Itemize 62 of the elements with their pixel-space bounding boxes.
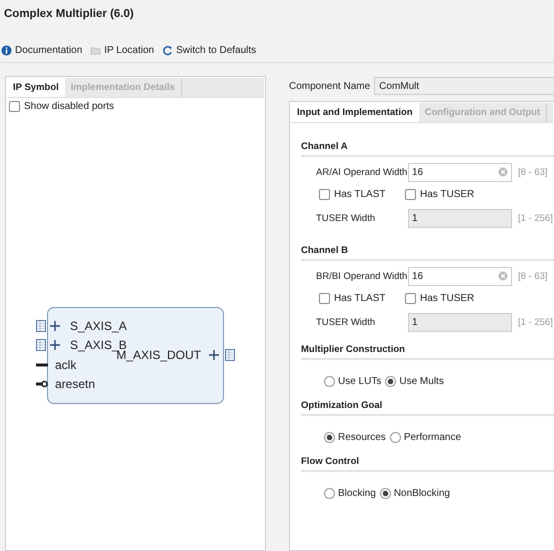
inverted-pin-icon [36,380,48,388]
port-label: aclk [55,358,76,372]
tab[interactable]: Input and Implementation [291,103,419,122]
pin-icon [36,360,48,369]
field-value: 1 [412,316,418,328]
radio-label: NonBlocking [394,488,450,499]
range-hint: [1 - 256] [518,212,553,224]
range-hint: [1 - 256] [518,316,553,328]
field-value: 16 [412,166,424,178]
folder-icon [90,44,102,56]
port-label: aresetn [55,377,96,392]
operand-width-field[interactable]: 16 [408,266,512,286]
field-label: TUSER Width [315,212,376,224]
checkbox[interactable] [9,101,20,112]
plus-icon[interactable] [50,320,60,331]
radio-label: Blocking [338,488,376,499]
field-label: AR/AI Operand Width [315,166,405,178]
clear-icon[interactable] [498,167,508,177]
checkbox-label: Has TLAST [334,293,386,304]
range-hint: [8 - 63] [518,166,548,178]
checkbox-label: Has TLAST [334,189,386,200]
checkbox-label: Has TUSER [420,189,474,200]
port-label: S_AXIS_A [70,318,127,333]
checkbox[interactable] [319,293,330,304]
window-title: Complex Multiplier (6.0) [3,7,135,22]
radio-label: Performance [404,432,462,443]
plus-icon[interactable] [50,340,60,350]
checkbox-label: Show disabled ports [24,101,114,112]
tab[interactable]: IP Symbol [7,78,65,97]
toolbar-link[interactable]: IP Location [90,44,154,56]
checkbox[interactable] [405,189,416,200]
radio-button[interactable] [324,432,335,443]
radio-label: Use LUTs [338,376,382,387]
radio-button[interactable] [324,376,335,387]
radio-button[interactable] [385,376,396,387]
radio-button[interactable] [324,488,335,499]
field-value: 1 [412,212,418,224]
checkbox[interactable] [405,293,416,304]
checkbox-label: Has TUSER [420,293,474,304]
component-name-field[interactable]: ComMult [374,77,554,95]
toolbar-link[interactable]: Switch to Defaults [162,44,256,56]
checkbox[interactable] [319,189,330,200]
radio-label: Use Mults [399,376,444,387]
refresh-icon [162,44,174,56]
range-hint: [8 - 63] [518,270,548,282]
section-header: Multiplier Construction [301,344,554,360]
operand-width-field[interactable]: 16 [408,162,512,182]
radio-button[interactable] [390,432,401,443]
field-label: TUSER Width [315,316,376,328]
section-header: Optimization Goal [301,400,554,416]
field-label: BR/BI Operand Width [315,270,405,282]
section-header: Flow Control [301,456,554,472]
field-label: Component Name [289,80,370,92]
section-header: Channel A [301,141,554,157]
info-icon [1,44,12,56]
field-value: 16 [412,270,424,282]
plus-icon[interactable] [209,350,219,360]
section-header: Channel B [301,245,554,261]
radio-button[interactable] [380,488,391,499]
radio-label: Resources [338,432,386,443]
toolbar-link[interactable]: Documentation [1,44,82,56]
clear-icon[interactable] [498,271,508,281]
